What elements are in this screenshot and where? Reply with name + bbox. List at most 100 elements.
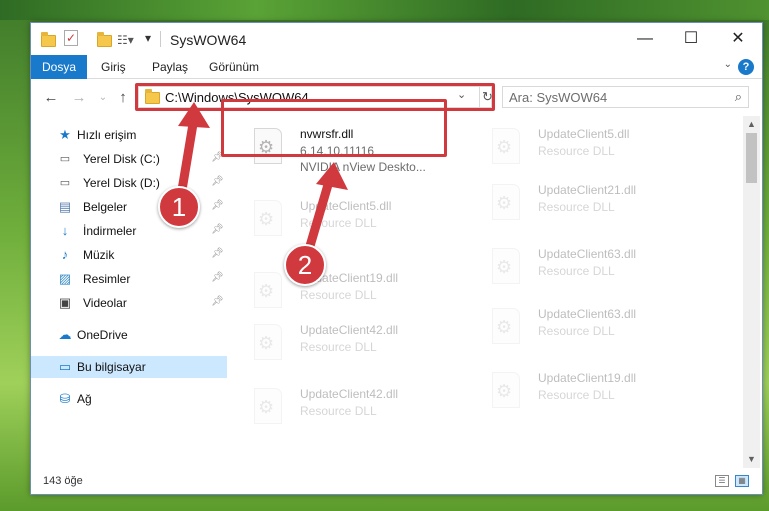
file-tile[interactable]: ⚙ UpdateClient63.dll Resource DLL [466, 302, 696, 356]
pin-icon[interactable]: 📌︎ [211, 248, 224, 259]
navigation-pane: ★ Hızlı erişim ▭ Yerel Disk (C:) 📌︎ ▭ Ye… [31, 116, 227, 468]
minimize-button[interactable]: — [622, 23, 668, 55]
computer-icon: ▭ [58, 359, 72, 374]
sidebar-item-label: Videolar [83, 296, 127, 310]
sidebar-item-music[interactable]: ♪ Müzik 📌︎ [31, 244, 227, 266]
details-view-icon[interactable]: ☰ [715, 475, 729, 487]
file-tile[interactable]: ⚙ UpdateClient19.dll Resource DLL [466, 366, 696, 420]
sidebar-item-this-pc[interactable]: ▭ Bu bilgisayar [31, 356, 227, 378]
status-bar: 143 öğe ☰ ▦ [31, 470, 762, 494]
dll-file-icon: ⚙ [254, 272, 282, 308]
sidebar-item-local-disk-d[interactable]: ▭ Yerel Disk (D:) 📌︎ [31, 172, 227, 194]
file-list: ⚙ nvwrsfr.dll 6.14.10.11116 NVIDIA nView… [228, 116, 743, 468]
help-icon[interactable]: ? [738, 59, 754, 75]
new-folder-icon[interactable] [97, 32, 112, 48]
dll-file-icon: ⚙ [254, 200, 282, 236]
scroll-up-icon[interactable]: ▲ [743, 116, 760, 133]
file-description: Resource DLL [300, 288, 377, 302]
file-description: Resource DLL [538, 200, 615, 214]
title-divider [160, 31, 161, 47]
sidebar-item-label: Yerel Disk (C:) [83, 152, 160, 166]
file-name: UpdateClient63.dll [538, 247, 637, 261]
scrollbar-thumb[interactable] [746, 133, 757, 183]
dll-file-icon: ⚙ [492, 128, 520, 164]
file-tile[interactable]: ⚙ UpdateClient5.dll Resource DLL [466, 122, 696, 176]
dll-file-icon: ⚙ [492, 184, 520, 220]
file-name: UpdateClient42.dll [300, 323, 399, 337]
file-description: Resource DLL [538, 388, 615, 402]
file-tile[interactable]: ⚙ UpdateClient42.dll Resource DLL [228, 382, 458, 436]
vertical-scrollbar[interactable]: ▲ ▼ [743, 116, 760, 468]
documents-icon: ▤ [58, 199, 72, 214]
sidebar-item-local-disk-c[interactable]: ▭ Yerel Disk (C:) 📌︎ [31, 148, 227, 170]
search-icon[interactable]: ⌕ [735, 89, 742, 105]
sidebar-item-label: OneDrive [77, 328, 128, 342]
file-tile[interactable]: ⚙ UpdateClient63.dll Resource DLL [466, 242, 696, 296]
properties-icon[interactable]: ✓ [64, 30, 78, 46]
desktop-background [0, 0, 769, 20]
tab-share[interactable]: Paylaş [146, 55, 194, 79]
file-description: Resource DLL [300, 404, 377, 418]
folder-icon[interactable] [41, 32, 56, 48]
forward-arrow-icon[interactable]: → [69, 88, 89, 108]
pin-icon[interactable]: 📌︎ [211, 272, 224, 283]
pin-icon[interactable]: 📌︎ [211, 200, 224, 211]
videos-icon: ▣ [58, 295, 72, 310]
file-tile[interactable]: ⚙ UpdateClient19.dll Resource DLL [228, 266, 458, 320]
search-input[interactable] [509, 89, 719, 105]
dll-file-icon: ⚙ [254, 324, 282, 360]
file-description: Resource DLL [538, 324, 615, 338]
file-description: Resource DLL [538, 264, 615, 278]
file-description: Resource DLL [300, 340, 377, 354]
tab-view[interactable]: Görünüm [203, 55, 265, 79]
sidebar-item-label: Yerel Disk (D:) [83, 176, 160, 190]
step-marker-1: 1 [158, 186, 200, 228]
drive-icon: ▭ [59, 153, 71, 165]
sidebar-item-label: Hızlı erişim [77, 128, 137, 142]
file-name: UpdateClient63.dll [538, 307, 637, 321]
sidebar-item-onedrive[interactable]: ☁ OneDrive [31, 324, 227, 346]
sidebar-item-pictures[interactable]: ▨ Resimler 📌︎ [31, 268, 227, 290]
up-arrow-icon[interactable]: ↑ [113, 88, 133, 108]
ribbon-tabs: Dosya Giriş Paylaş Görünüm ⌄ ? [31, 55, 762, 79]
large-icons-view-icon[interactable]: ▦ [735, 475, 749, 487]
tab-home[interactable]: Giriş [95, 55, 132, 79]
window-title: SysWOW64 [170, 32, 247, 48]
close-button[interactable]: ✕ [715, 23, 761, 55]
tab-file[interactable]: Dosya [31, 55, 87, 79]
file-name: UpdateClient5.dll [538, 127, 630, 141]
item-count: 143 öğe [43, 475, 83, 487]
pin-icon[interactable]: 📌︎ [211, 296, 224, 307]
dll-file-icon: ⚙ [254, 388, 282, 424]
download-icon: ↓ [61, 223, 69, 238]
file-highlight-annotation [221, 99, 447, 157]
sidebar-item-videos[interactable]: ▣ Videolar 📌︎ [31, 292, 227, 314]
dll-file-icon: ⚙ [492, 308, 520, 344]
sidebar-item-label: Belgeler [83, 200, 128, 214]
sidebar-item-downloads[interactable]: ↓ İndirmeler 📌︎ [31, 220, 227, 242]
drive-icon: ▭ [59, 177, 71, 189]
file-tile[interactable]: ⚙ UpdateClient42.dll Resource DLL [228, 318, 458, 372]
back-arrow-icon[interactable]: ← [41, 88, 61, 108]
sidebar-item-label: Resimler [83, 272, 131, 286]
network-icon: ⛁ [59, 391, 71, 406]
pin-icon[interactable]: 📌︎ [211, 224, 224, 235]
star-icon: ★ [59, 127, 71, 142]
file-tile[interactable]: ⚙ UpdateClient21.dll Resource DLL [466, 178, 696, 232]
music-icon: ♪ [61, 247, 69, 262]
sidebar-item-quick-access[interactable]: ★ Hızlı erişim [31, 124, 227, 146]
maximize-button[interactable]: ☐ [668, 23, 714, 55]
pin-icon[interactable]: 📌︎ [211, 176, 224, 187]
qa-dropdown-icon[interactable]: ▾ [145, 31, 159, 47]
customize-qa-icon[interactable]: ☷▾ [117, 33, 137, 49]
sidebar-item-label: Müzik [83, 248, 115, 262]
ribbon-expand-icon[interactable]: ⌄ [724, 59, 732, 70]
step-marker-2: 2 [284, 244, 326, 286]
explorer-window: ✓ ☷▾ ▾ SysWOW64 — ☐ ✕ Dosya Giriş Paylaş… [30, 22, 763, 495]
scroll-down-icon[interactable]: ▼ [743, 451, 760, 468]
search-box[interactable]: ⌕ [502, 86, 749, 108]
dll-file-icon: ⚙ [492, 372, 520, 408]
sidebar-item-network[interactable]: ⛁ Ağ [31, 388, 227, 410]
file-tile[interactable]: ⚙ UpdateClient5.dll Resource DLL [228, 194, 458, 248]
recent-dropdown-icon[interactable]: ⌄ [93, 88, 113, 108]
